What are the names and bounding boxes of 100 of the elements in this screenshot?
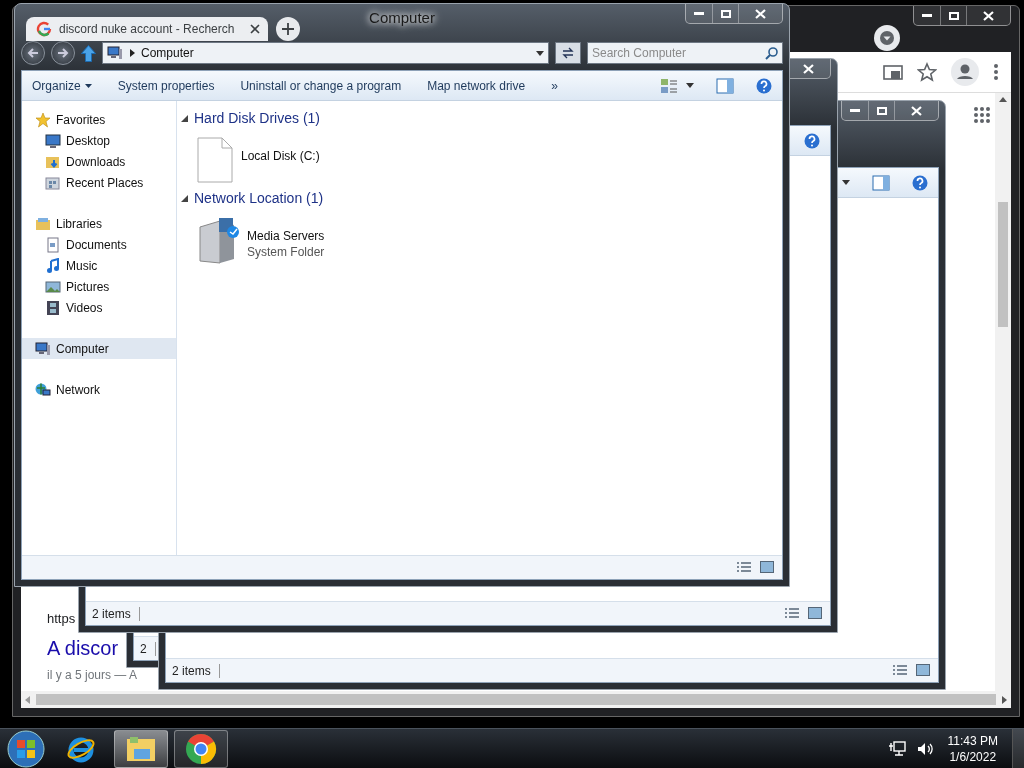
taskbar-button[interactable] <box>174 729 228 768</box>
page-icon <box>197 137 233 183</box>
star-icon <box>35 111 51 128</box>
item-name: Media Servers <box>247 229 325 243</box>
maximize-button[interactable] <box>940 6 966 25</box>
folder-icon <box>883 63 903 81</box>
result-snippet: il y a 5 jours — A <box>47 667 138 684</box>
film-icon <box>45 299 61 316</box>
computer-icon <box>35 340 51 357</box>
group-heading: Network Location (1) <box>194 190 324 206</box>
large-icons-view-icon <box>808 606 822 619</box>
start-orb-icon <box>7 729 45 768</box>
pane-icon <box>872 174 890 191</box>
close-icon <box>802 63 814 74</box>
maximize-button[interactable] <box>868 101 894 120</box>
monitor-icon <box>45 132 61 149</box>
sidebar-item[interactable]: Libraries <box>22 213 176 234</box>
close-icon <box>911 105 922 116</box>
help-icon <box>912 174 928 191</box>
help-icon <box>756 77 772 94</box>
minimize-icon <box>922 14 932 17</box>
dropdown-circle-icon <box>874 25 900 51</box>
circle-logo-icon <box>185 732 217 765</box>
sidebar-item[interactable]: Recent Places <box>22 172 176 193</box>
computer-icon <box>107 45 123 61</box>
status-text: 2 items <box>172 663 220 678</box>
start-button[interactable] <box>4 728 48 768</box>
minimize-button[interactable] <box>842 101 868 120</box>
maximize-icon <box>720 9 731 18</box>
sidebar-item[interactable]: Pictures <box>22 276 176 297</box>
taskbar-button[interactable] <box>114 729 168 768</box>
sidebar-item[interactable]: Documents <box>22 234 176 255</box>
pane-icon <box>716 77 734 94</box>
caret-icon <box>842 180 850 185</box>
plus-icon <box>282 23 294 35</box>
close-icon <box>250 24 260 34</box>
scrollbar[interactable] <box>21 691 1011 708</box>
folder-icon <box>35 215 51 232</box>
item-name: Local Disk (C:) <box>241 149 320 163</box>
maximize-icon <box>876 106 887 115</box>
toolbar-button[interactable]: Uninstall or change a program <box>240 78 402 93</box>
close-button[interactable] <box>894 101 938 120</box>
scrollbar[interactable] <box>995 93 1011 691</box>
close-icon <box>755 8 766 19</box>
maximize-icon <box>948 11 959 20</box>
close-icon <box>983 10 994 21</box>
refresh-button[interactable] <box>555 42 581 64</box>
toolbar-button[interactable]: System properties <box>117 78 215 93</box>
back-button[interactable] <box>21 41 45 65</box>
music-note-icon <box>45 257 61 274</box>
forward-button[interactable] <box>51 41 75 65</box>
sidebar-item[interactable]: Videos <box>22 297 176 318</box>
chevron-icon <box>129 49 135 57</box>
apps-grid-icon <box>973 106 991 124</box>
details-view-icon <box>736 560 752 575</box>
sidebar-item[interactable]: Network <box>22 379 176 400</box>
result-url: https <box>47 610 76 628</box>
sidebar-item[interactable]: Computer <box>22 338 176 359</box>
folder-icon <box>45 174 61 191</box>
search-icon <box>765 46 778 60</box>
minimize-icon <box>850 109 860 112</box>
folder-icon <box>125 734 157 763</box>
more-button[interactable]: » <box>551 78 558 93</box>
left-arrow-icon <box>25 695 30 704</box>
help-icon <box>804 132 820 149</box>
search-logo-icon <box>36 21 52 37</box>
close-button[interactable] <box>966 6 1010 25</box>
star-icon <box>917 62 937 82</box>
maximize-button[interactable] <box>712 4 738 23</box>
close-button[interactable] <box>738 4 782 23</box>
details-view-icon <box>892 663 908 678</box>
left-arrow-icon <box>27 48 39 58</box>
toolbar-button[interactable]: Organize <box>32 78 92 93</box>
clock[interactable]: 11:43 PM 1/6/2022 <box>943 732 1002 765</box>
item-detail: System Folder <box>247 245 325 259</box>
large-icons-view-icon <box>760 560 774 573</box>
status-text: 2 items <box>92 606 140 621</box>
right-arrow-icon <box>57 48 69 58</box>
minimize-button[interactable] <box>686 4 712 23</box>
account-icon <box>951 58 979 86</box>
sidebar-item[interactable]: Desktop <box>22 130 176 151</box>
network-icon <box>887 739 906 758</box>
scroll-thumb[interactable] <box>998 202 1008 327</box>
browser-tab[interactable]: discord nuke account - Recherch <box>26 17 268 41</box>
minimize-button[interactable] <box>914 6 940 25</box>
sidebar-item[interactable]: Music <box>22 255 176 276</box>
up-arrow-icon <box>999 97 1007 102</box>
caret-icon <box>536 50 544 56</box>
group-heading: Hard Disk Drives (1) <box>194 110 320 126</box>
picture-icon <box>45 278 61 295</box>
server-icon <box>197 217 239 265</box>
address-bar[interactable]: Computer <box>102 42 549 64</box>
sidebar-item[interactable]: Favorites <box>22 109 176 130</box>
result-link[interactable]: A discor <box>47 635 119 661</box>
toolbar-button[interactable]: Map network drive <box>427 78 526 93</box>
globe-icon <box>35 381 51 398</box>
sidebar-item[interactable]: Downloads <box>22 151 176 172</box>
refresh-icon <box>561 47 575 59</box>
window-title: Computer <box>369 9 435 27</box>
menu-icon <box>993 63 999 81</box>
